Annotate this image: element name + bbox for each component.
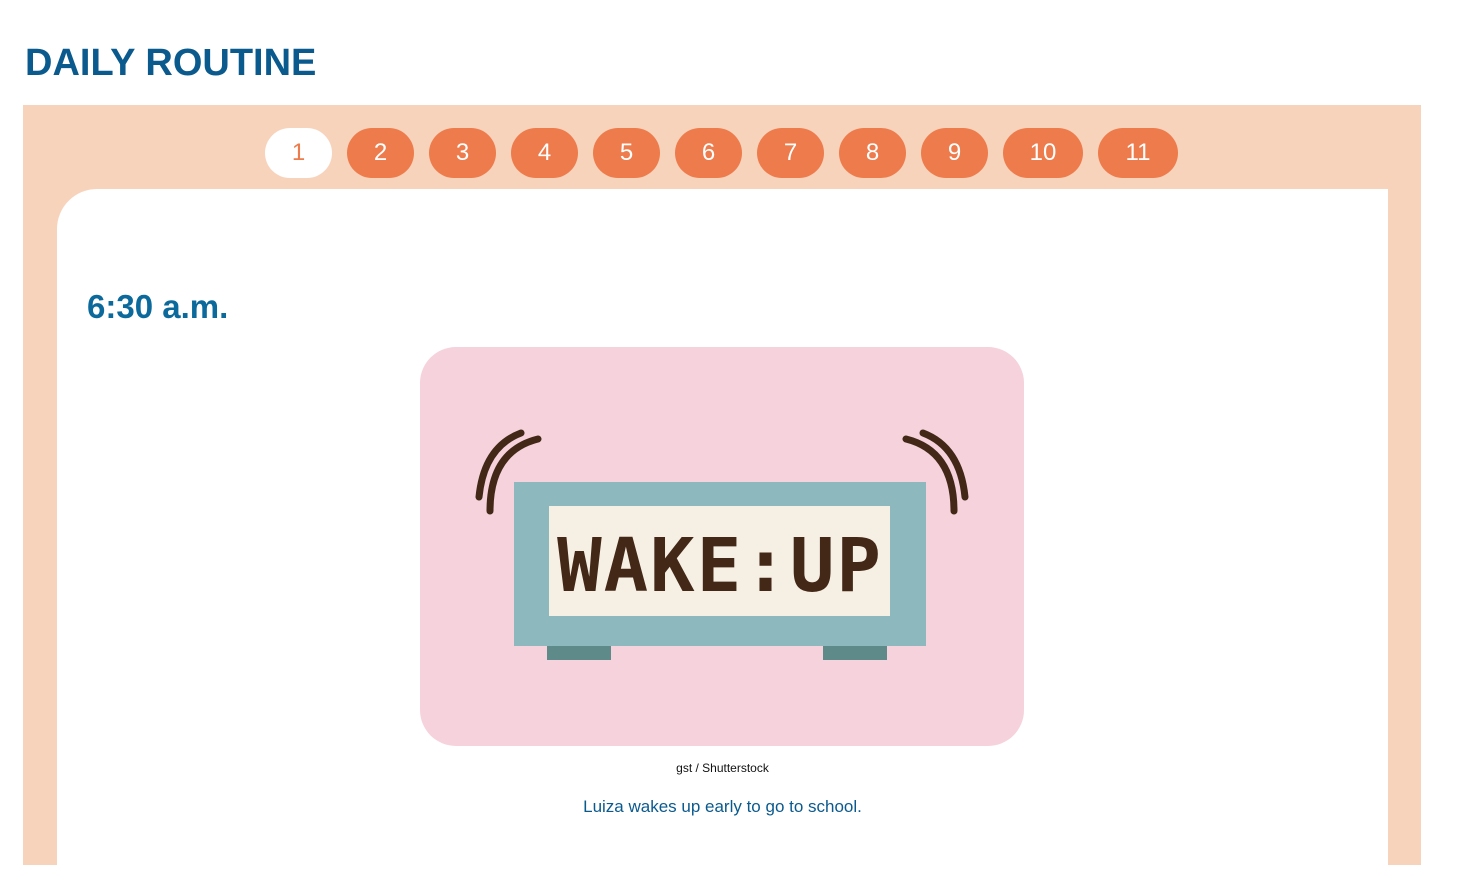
slide-card: 6:30 a.m. WAKE:UP gst / Shutterstock Lui… <box>57 189 1388 889</box>
page-button-7[interactable]: 7 <box>757 128 824 178</box>
page-button-1[interactable]: 1 <box>265 128 332 178</box>
page-selector: 1 2 3 4 5 6 7 8 9 10 11 <box>265 128 1178 178</box>
page-title: DAILY ROUTINE <box>25 42 317 84</box>
page-button-3[interactable]: 3 <box>429 128 496 178</box>
slideshow-frame: 1 2 3 4 5 6 7 8 9 10 11 6:30 a.m. WAKE:U… <box>23 105 1421 889</box>
page-button-8[interactable]: 8 <box>839 128 906 178</box>
page-button-5[interactable]: 5 <box>593 128 660 178</box>
alarm-clock-illustration: WAKE:UP <box>420 347 1024 746</box>
image-credit: gst / Shutterstock <box>676 761 769 775</box>
clock-display-text: WAKE:UP <box>557 523 883 609</box>
page-button-4[interactable]: 4 <box>511 128 578 178</box>
alarm-clock-icon: WAKE:UP <box>475 429 969 660</box>
page-button-9[interactable]: 9 <box>921 128 988 178</box>
page-button-2[interactable]: 2 <box>347 128 414 178</box>
slide-caption: Luiza wakes up early to go to school. <box>583 797 862 816</box>
slide-time-heading: 6:30 a.m. <box>87 288 229 325</box>
page-button-10[interactable]: 10 <box>1003 128 1083 178</box>
page-button-11[interactable]: 11 <box>1098 128 1178 178</box>
page-button-6[interactable]: 6 <box>675 128 742 178</box>
